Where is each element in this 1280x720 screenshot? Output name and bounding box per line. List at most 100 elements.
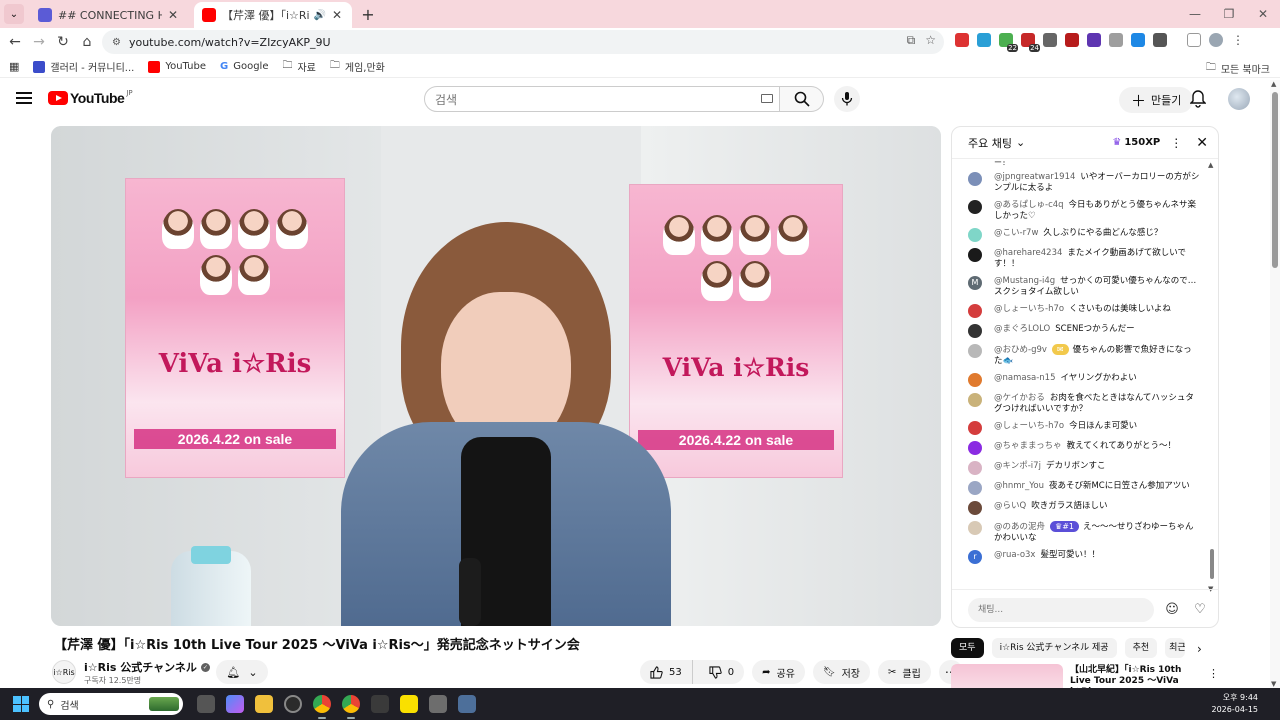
- tab-list-button[interactable]: ⌄: [4, 4, 24, 24]
- chat-message[interactable]: @jpngreatwar1914 いやオーバーカロリーの方がシンプルに太るよ: [952, 169, 1210, 197]
- chat-author-avatar[interactable]: [968, 373, 982, 387]
- chat-message[interactable]: @こい-r7w 久しぶりにやる曲どんな感じ？: [952, 225, 1210, 245]
- app-icon[interactable]: [284, 695, 302, 713]
- notification-toggle-button[interactable]: 🔔︎ ⌄: [216, 660, 268, 684]
- chip-all[interactable]: 모두: [951, 638, 984, 658]
- chat-message[interactable]: @らいQ 吹きガラス語ほしい: [952, 498, 1210, 518]
- extension-icon[interactable]: [977, 33, 991, 47]
- search-input[interactable]: 검색: [424, 86, 780, 112]
- chat-author-name[interactable]: @こい-r7w: [994, 228, 1038, 238]
- chat-author-name[interactable]: @rua-o3x: [994, 550, 1035, 560]
- home-icon[interactable]: ⌂: [75, 34, 99, 50]
- download-icon[interactable]: [1131, 33, 1145, 47]
- windows-start-icon[interactable]: [13, 696, 29, 712]
- tab-search-icon[interactable]: [1187, 33, 1201, 47]
- save-button[interactable]: 🔖︎ 저장: [812, 660, 871, 684]
- chat-author-avatar[interactable]: [968, 344, 982, 358]
- extension-icon[interactable]: 22: [999, 33, 1018, 52]
- heart-icon[interactable]: ♡: [1190, 602, 1210, 617]
- omnibox[interactable]: ⚙ youtube.com/watch?v=ZIzcyAKP_9U ⧉ ☆: [102, 30, 944, 54]
- chat-scrollbar[interactable]: ▲ ▼: [1208, 161, 1214, 593]
- minimize-icon[interactable]: —: [1178, 0, 1212, 28]
- related-more-icon[interactable]: ⋮: [1208, 667, 1219, 680]
- chat-author-name[interactable]: @らいQ: [994, 501, 1026, 511]
- chat-author-avatar[interactable]: [968, 481, 982, 495]
- chat-message[interactable]: @しょーいち-h7o くさいものは美味しいよね: [952, 301, 1210, 321]
- chat-author-name[interactable]: @namasa-n15: [994, 373, 1056, 383]
- create-button[interactable]: ＋ 만들기: [1119, 87, 1194, 113]
- chat-author-name[interactable]: @Mustang-i4g: [994, 276, 1055, 286]
- forward-icon[interactable]: →: [27, 34, 51, 50]
- chat-author-avatar[interactable]: [968, 421, 982, 435]
- chat-message[interactable]: @あるぱしゅ-c4q 今日もありがとう優ちゃんネサ楽しかった♡: [952, 197, 1210, 225]
- chat-message[interactable]: @キンポ-i7j デカリボンすこ: [952, 458, 1210, 478]
- menu-hamburger-icon[interactable]: [16, 92, 32, 107]
- chrome-profile-icon[interactable]: [342, 695, 360, 719]
- account-avatar[interactable]: [1228, 88, 1250, 110]
- bookmark-item[interactable]: 갤러리 - 커뮤니티...: [33, 59, 134, 74]
- tab-close-icon[interactable]: ✕: [166, 8, 180, 22]
- chat-author-avatar[interactable]: [968, 200, 982, 214]
- chat-author-name[interactable]: @あるぱしゅ-c4q: [994, 200, 1064, 210]
- extension-icon[interactable]: 24: [1021, 33, 1040, 52]
- chat-author-name[interactable]: @hnmr_You: [994, 481, 1044, 491]
- bookmark-folder[interactable]: 🗀 자료: [282, 58, 315, 75]
- chat-author-name[interactable]: @しょーいち-h7o: [994, 304, 1064, 314]
- chat-message-list[interactable]: ー！ @jpngreatwar1914 いやオーバーカロリーの方がシンプルに太るよ…: [952, 159, 1210, 587]
- like-button[interactable]: 53: [640, 660, 693, 684]
- chat-author-avatar[interactable]: [968, 461, 982, 475]
- extension-icon[interactable]: [1065, 33, 1079, 47]
- chat-author-name[interactable]: @しょーいち-h7o: [994, 421, 1064, 431]
- xp-indicator[interactable]: ♛ 150XP: [1112, 137, 1160, 148]
- scroll-up-icon[interactable]: ▲: [1271, 80, 1276, 88]
- extension-icon[interactable]: [1109, 33, 1123, 47]
- chat-scrollbar-thumb[interactable]: [1210, 549, 1214, 579]
- voice-search-button[interactable]: [834, 86, 860, 112]
- chat-author-avatar[interactable]: [968, 304, 982, 318]
- maximize-icon[interactable]: ❐: [1212, 0, 1246, 28]
- chat-message[interactable]: @ちゃままっちゃ 教えてくれてありがとう〜！: [952, 438, 1210, 458]
- tab-close-icon[interactable]: ✕: [330, 8, 344, 22]
- system-clock[interactable]: 오후 9:44 2026-04-15: [1212, 692, 1259, 716]
- emoji-icon[interactable]: ☺: [1162, 602, 1182, 617]
- app-icon[interactable]: [371, 695, 389, 713]
- extension-icon[interactable]: [955, 33, 969, 47]
- extensions-puzzle-icon[interactable]: [1153, 33, 1167, 47]
- chat-more-icon[interactable]: ⋮: [1170, 136, 1182, 150]
- chat-message[interactable]: M @Mustang-i4g せっかくの可愛い優ちゃんなので…スクショタイム欲しい: [952, 273, 1210, 301]
- channel-name[interactable]: i☆Ris 公式チャンネル ✓: [84, 659, 210, 675]
- chat-author-name[interactable]: @まぐろLOLO: [994, 324, 1050, 334]
- search-button[interactable]: [780, 86, 824, 112]
- clip-button[interactable]: ✂ 클립: [878, 660, 931, 684]
- scroll-up-icon[interactable]: ▲: [1208, 161, 1213, 169]
- chat-author-avatar[interactable]: [968, 324, 982, 338]
- chat-author-avatar[interactable]: [968, 172, 982, 186]
- url-text[interactable]: youtube.com/watch?v=ZIzcyAKP_9U: [129, 36, 331, 49]
- video-player[interactable]: ViVa i☆Ris 2026.4.22 on sale ViVa i☆Ris …: [51, 126, 941, 626]
- chat-author-name[interactable]: @ケイかおる: [994, 393, 1045, 403]
- chat-input[interactable]: [968, 597, 1154, 622]
- browser-tab-active[interactable]: 【芹澤 優】「i☆Ris 10th Live 🔊 ✕: [194, 2, 352, 28]
- notifications-bell-icon[interactable]: [1189, 90, 1207, 111]
- chat-author-name[interactable]: @ちゃままっちゃ: [994, 441, 1062, 451]
- chat-author-avatar[interactable]: [968, 441, 982, 455]
- browser-tab[interactable]: ## CONNECTING HEARTS! 디 ✕: [30, 2, 188, 28]
- app-icon[interactable]: [429, 695, 447, 713]
- chat-message[interactable]: @のあの泥舟 ♛#1 え〜〜〜せりざわゆーちゃんかわいいな: [952, 518, 1210, 547]
- chat-author-name[interactable]: @harehare4234: [994, 248, 1062, 258]
- chip-channel[interactable]: i☆Ris 公式チャンネル 제공: [991, 638, 1117, 658]
- bookmark-item[interactable]: G Google: [220, 61, 268, 72]
- extension-icon[interactable]: [1043, 33, 1057, 47]
- chat-close-icon[interactable]: ✕: [1196, 135, 1208, 151]
- dislike-button[interactable]: 0: [699, 660, 744, 684]
- settings-icon[interactable]: [458, 695, 476, 713]
- chat-message[interactable]: @harehare4234 またメイク動画あげて欲しいです！！: [952, 245, 1210, 273]
- chat-author-avatar[interactable]: [968, 521, 982, 535]
- chat-message[interactable]: @hnmr_You 夜あそび新MCに日笠さん参加アツい: [952, 478, 1210, 498]
- new-tab-button[interactable]: +: [356, 5, 380, 24]
- all-bookmarks[interactable]: 🗀 모든 북마크: [1206, 60, 1270, 77]
- chat-author-name[interactable]: @jpngreatwar1914: [994, 172, 1075, 182]
- chat-message[interactable]: @まぐろLOLO SCENEつかうんだー: [952, 321, 1210, 341]
- close-window-icon[interactable]: ✕: [1246, 0, 1280, 28]
- chat-message[interactable]: @namasa-n15 イヤリングかわよい: [952, 370, 1210, 390]
